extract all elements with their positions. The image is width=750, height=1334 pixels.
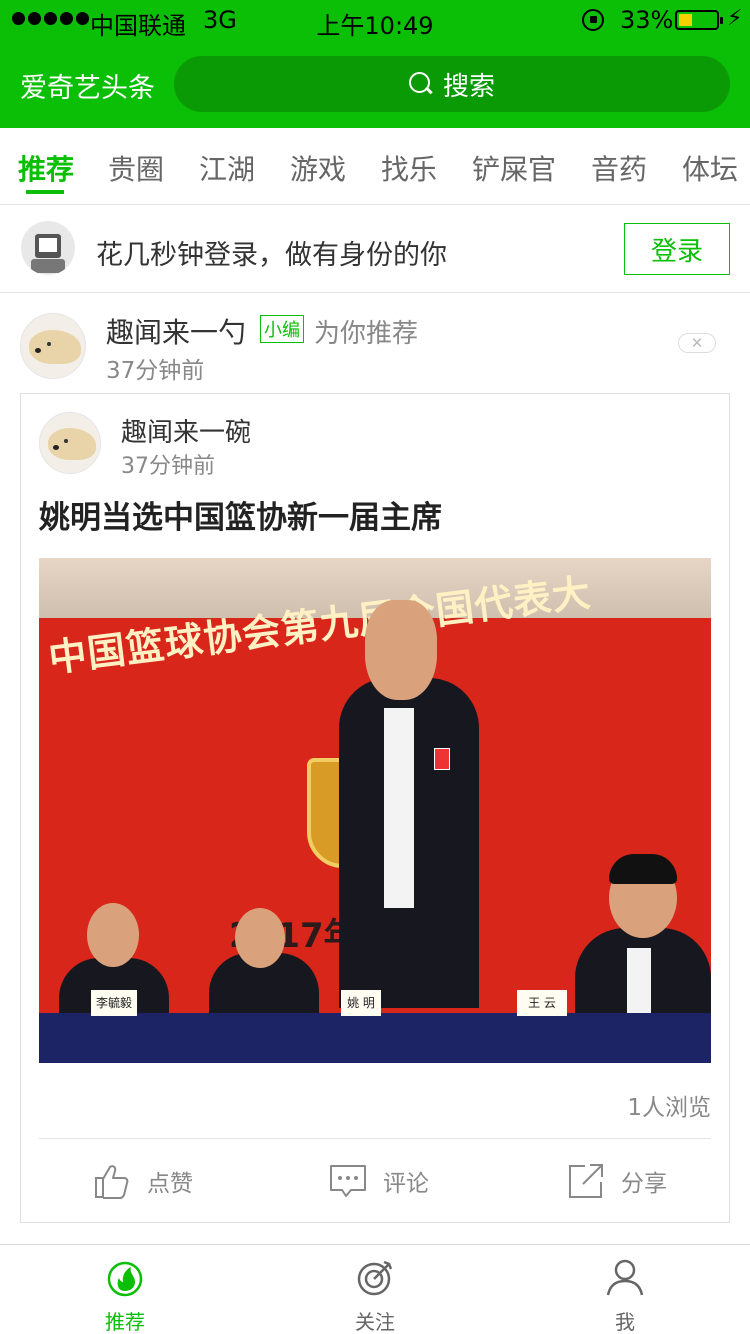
battery-percent: 33% [620,6,674,34]
like-button[interactable]: 点赞 [93,1159,193,1203]
editor-badge: 小编 [260,315,304,343]
robot-avatar-icon [21,221,75,275]
search-bar[interactable]: 搜索 [174,56,730,112]
login-prompt: 花几秒钟登录，做有身份的你 登录 [0,205,750,293]
comment-icon [330,1165,366,1197]
rotation-lock-icon [582,9,604,31]
search-icon [408,72,433,96]
status-bar: 中国联通 3G 上午10:49 33% ⚡ [0,0,750,40]
recommend-label: 为你推荐 [314,319,419,349]
feed-header: 趣闻来一勺 小编 为你推荐 37分钟前 ✕ [0,293,750,393]
fire-icon [107,1261,143,1297]
thumbs-up-icon [95,1165,129,1199]
person-icon [606,1259,644,1296]
tab-guiquan[interactable]: 贵圈 [108,148,164,188]
tab-music[interactable]: 音药 [591,148,647,188]
login-button[interactable]: 登录 [624,223,730,275]
article-card[interactable]: 趣闻来一碗 37分钟前 姚明当选中国篮协新一届主席 中国篮球协会第九届全国代表大… [20,393,730,1223]
comment-label: 评论 [383,1171,429,1197]
like-label: 点赞 [147,1171,193,1197]
target-icon [357,1260,393,1296]
tab-fun[interactable]: 找乐 [381,148,437,188]
nameplate: 王 云 [517,990,567,1016]
author-name[interactable]: 趣闻来一碗 [121,412,251,449]
view-count: 1人浏览 [627,1095,711,1121]
category-tabs: 推荐 贵圈 江湖 游戏 找乐 铲屎官 音药 体坛 [0,128,750,205]
tab-recommend[interactable]: 推荐 [18,148,74,188]
share-icon [569,1164,603,1198]
nav-follow-label: 关注 [355,1310,395,1334]
feed-timestamp: 37分钟前 [106,358,205,384]
feed-channel-name[interactable]: 趣闻来一勺 [106,311,246,351]
battery-icon [675,10,723,30]
dismiss-button[interactable]: ✕ [678,333,716,353]
search-label: 搜索 [442,71,495,102]
login-prompt-text: 花几秒钟登录，做有身份的你 [96,240,447,271]
divider [39,1138,711,1139]
nav-me-label: 我 [615,1310,635,1334]
charging-icon: ⚡ [727,6,743,31]
article-photo[interactable]: 中国篮球协会第九届全国代表大 2017年2月 李毓毅 姚 明 王 云 [39,558,711,1063]
article-timestamp: 37分钟前 [121,454,215,479]
share-button[interactable]: 分享 [567,1159,667,1203]
nameplate: 李毓毅 [91,990,137,1016]
avatar[interactable] [20,313,86,379]
tab-sports[interactable]: 体坛 [682,148,738,188]
tab-games[interactable]: 游戏 [290,148,346,188]
close-icon: ✕ [690,334,704,352]
tab-pets[interactable]: 铲屎官 [472,148,556,188]
nav-follow[interactable]: 关注 [315,1257,435,1334]
share-label: 分享 [621,1171,667,1197]
app-header: 中国联通 3G 上午10:49 33% ⚡ 爱奇艺头条 搜索 [0,0,750,128]
nav-recommend[interactable]: 推荐 [65,1257,185,1334]
nav-recommend-label: 推荐 [105,1310,145,1334]
comment-button[interactable]: 评论 [329,1159,429,1203]
active-tab-indicator [26,190,64,194]
bottom-nav: 推荐 关注 我 [0,1244,750,1334]
author-avatar[interactable] [39,412,101,474]
nameplate: 姚 明 [341,990,381,1016]
app-title: 爱奇艺头条 [20,73,155,104]
nav-me[interactable]: 我 [565,1257,685,1334]
tab-jianghu[interactable]: 江湖 [199,148,255,188]
article-title[interactable]: 姚明当选中国篮协新一届主席 [39,492,442,537]
